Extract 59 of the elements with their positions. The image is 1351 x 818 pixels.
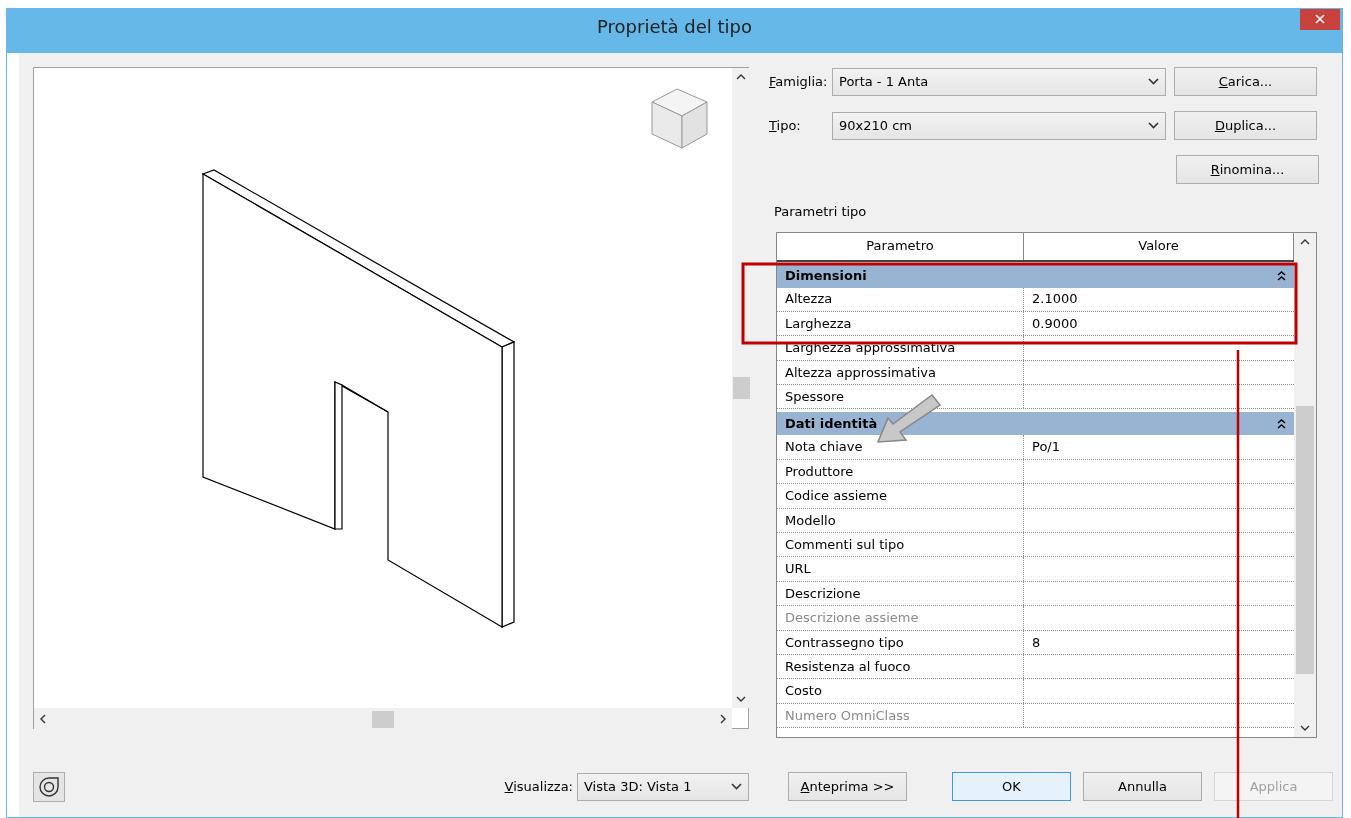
- scroll-up-icon[interactable]: [736, 74, 746, 80]
- scroll-down-icon[interactable]: [736, 696, 746, 702]
- parameter-name: URL: [777, 557, 1024, 581]
- group-label: Dati identità: [785, 415, 878, 434]
- dropdown-caret-icon: [731, 783, 742, 790]
- scroll-up-icon[interactable]: [1300, 238, 1310, 245]
- parameter-name: Descrizione assieme: [777, 606, 1024, 630]
- parameter-name: Descrizione: [777, 581, 1024, 606]
- section-label: Parametri tipo: [774, 203, 868, 221]
- field-label: Tipo:: [768, 116, 802, 135]
- scroll-down-icon[interactable]: [1300, 724, 1310, 731]
- dropdown-caret-icon: [1148, 78, 1159, 85]
- parameter-name: Produttore: [777, 459, 1024, 484]
- vertical-scrollbar[interactable]: [1294, 232, 1316, 737]
- view-options-button[interactable]: [33, 771, 65, 802]
- close-button[interactable]: [1300, 9, 1340, 30]
- horizontal-scrollbar[interactable]: [34, 708, 732, 730]
- field-label: Visualizza:: [504, 777, 573, 796]
- dialog-button[interactable]: Annulla: [1083, 772, 1202, 801]
- dialog-button[interactable]: Anteprima >>: [788, 772, 907, 801]
- group-header-row[interactable]: Dati identità: [777, 412, 1294, 436]
- vertical-scrollbar[interactable]: [732, 68, 750, 708]
- parameter-name: Larghezza: [777, 311, 1024, 336]
- group-label: Dimensioni: [785, 267, 867, 286]
- side-button[interactable]: Carica...: [1174, 67, 1317, 96]
- scroll-right-icon[interactable]: [720, 714, 726, 724]
- parameter-name: Larghezza approssimativa: [777, 336, 1024, 360]
- parameter-name: Costo: [777, 679, 1024, 703]
- scrollbar-thumb[interactable]: [372, 710, 394, 728]
- side-button[interactable]: Rinomina...: [1176, 155, 1319, 184]
- dropdown[interactable]: Vista 3D: Vista 1: [577, 772, 749, 801]
- scrollbar-thumb[interactable]: [732, 377, 750, 399]
- group-header-row[interactable]: Dimensioni: [777, 264, 1294, 288]
- collapse-icon[interactable]: [1277, 418, 1286, 429]
- parameter-value[interactable]: 2.1000: [1024, 287, 1294, 311]
- parameter-name: Altezza approssimativa: [777, 360, 1024, 385]
- view-cube-icon: [651, 88, 708, 149]
- field-label: Famiglia:: [768, 72, 829, 91]
- camera-icon: [38, 775, 60, 798]
- collapse-icon[interactable]: [1277, 271, 1286, 281]
- parameter-name: Codice assieme: [777, 484, 1024, 508]
- scroll-left-icon[interactable]: [40, 714, 46, 724]
- parameter-value[interactable]: 0.9000: [1024, 311, 1294, 336]
- parameter-name: Numero OmniClass: [777, 703, 1024, 728]
- window-title: Proprietà del tipo: [597, 14, 752, 39]
- dropdown-caret-icon: [1148, 122, 1159, 129]
- scrollbar-thumb[interactable]: [1296, 405, 1314, 674]
- dropdown[interactable]: Porta - 1 Anta: [832, 67, 1166, 96]
- parameter-name: Commenti sul tipo: [777, 533, 1024, 557]
- parameter-name: Contrassegno tipo: [777, 630, 1024, 654]
- parameter-name: Modello: [777, 508, 1024, 532]
- side-button[interactable]: Duplica...: [1174, 111, 1317, 140]
- parameter-value[interactable]: Po/1: [1024, 435, 1294, 459]
- parameter-name: Resistenza al fuoco: [777, 654, 1024, 679]
- parameter-value[interactable]: 8: [1024, 630, 1294, 654]
- dialog-button[interactable]: OK: [952, 772, 1071, 801]
- dropdown[interactable]: 90x210 cm: [832, 111, 1166, 140]
- close-icon: [1315, 14, 1325, 24]
- parameter-name: Altezza: [777, 287, 1024, 311]
